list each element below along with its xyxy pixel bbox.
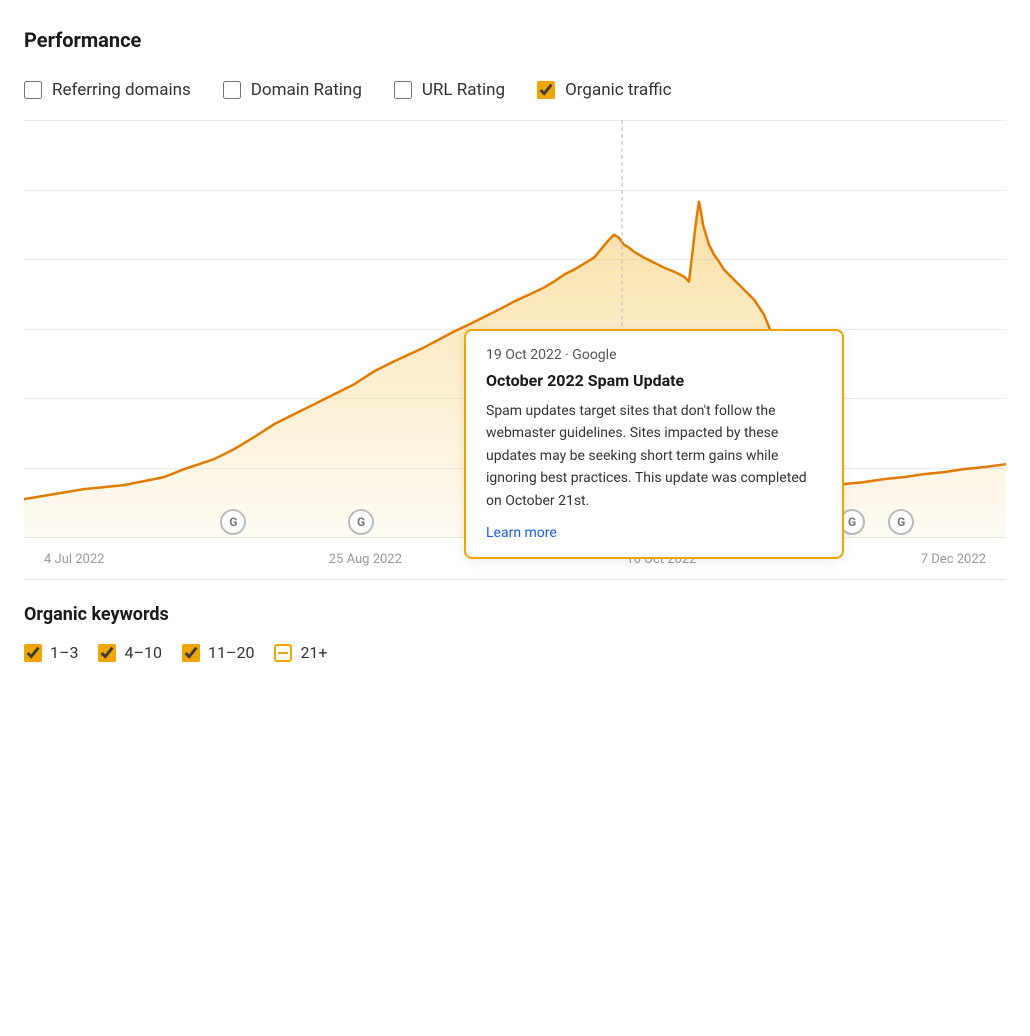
- g-icon-1[interactable]: G: [220, 509, 246, 535]
- checkbox-referring-domains[interactable]: Referring domains: [24, 80, 191, 100]
- organic-keywords-title: Organic keywords: [24, 604, 1006, 625]
- checkbox-label-url: URL Rating: [422, 80, 505, 100]
- checkbox-domain-rating[interactable]: Domain Rating: [223, 80, 362, 100]
- g-marker-7[interactable]: G: [888, 509, 914, 535]
- tooltip-title: October 2022 Spam Update: [486, 371, 822, 390]
- g-icon-2[interactable]: G: [348, 509, 374, 535]
- keyword-range-11-20[interactable]: 11–20: [182, 643, 254, 662]
- keyword-range-4-10[interactable]: 4–10: [98, 643, 161, 662]
- checkbox-label-organic: Organic traffic: [565, 80, 671, 100]
- x-label-2: 25 Aug 2022: [329, 552, 402, 567]
- tooltip-date: 19 Oct 2022 · Google: [486, 347, 822, 363]
- checkbox-organic-traffic[interactable]: Organic traffic: [537, 80, 671, 100]
- keyword-label-11-20: 11–20: [208, 643, 254, 662]
- metrics-filter-row: Referring domains Domain Rating URL Rati…: [24, 80, 1006, 100]
- g-marker-2[interactable]: G: [348, 509, 374, 535]
- checkbox-label-referring: Referring domains: [52, 80, 191, 100]
- keyword-range-21plus[interactable]: 21+: [274, 643, 327, 662]
- keyword-label-4-10: 4–10: [124, 643, 161, 662]
- keyword-filter-row: 1–3 4–10 11–20 21+: [24, 643, 1006, 662]
- keyword-label-1-3: 1–3: [50, 643, 78, 662]
- keyword-label-21plus: 21+: [300, 643, 327, 662]
- x-label-4: 7 Dec 2022: [921, 552, 986, 567]
- g-marker-1[interactable]: G: [220, 509, 246, 535]
- learn-more-link[interactable]: Learn more: [486, 525, 557, 541]
- checkbox-label-domain: Domain Rating: [251, 80, 362, 100]
- x-label-1: 4 Jul 2022: [44, 552, 104, 567]
- checkbox-url-rating[interactable]: URL Rating: [394, 80, 505, 100]
- partial-checkbox-21plus[interactable]: [274, 644, 292, 662]
- keyword-range-1-3[interactable]: 1–3: [24, 643, 78, 662]
- page-title: Performance: [24, 28, 1006, 52]
- g-icon-7[interactable]: G: [888, 509, 914, 535]
- performance-chart: G G G G G G G 4 Jul 2022 25 Aug 2022 16 …: [24, 120, 1006, 580]
- google-update-tooltip: 19 Oct 2022 · Google October 2022 Spam U…: [464, 329, 844, 559]
- tooltip-body: Spam updates target sites that don't fol…: [486, 400, 822, 512]
